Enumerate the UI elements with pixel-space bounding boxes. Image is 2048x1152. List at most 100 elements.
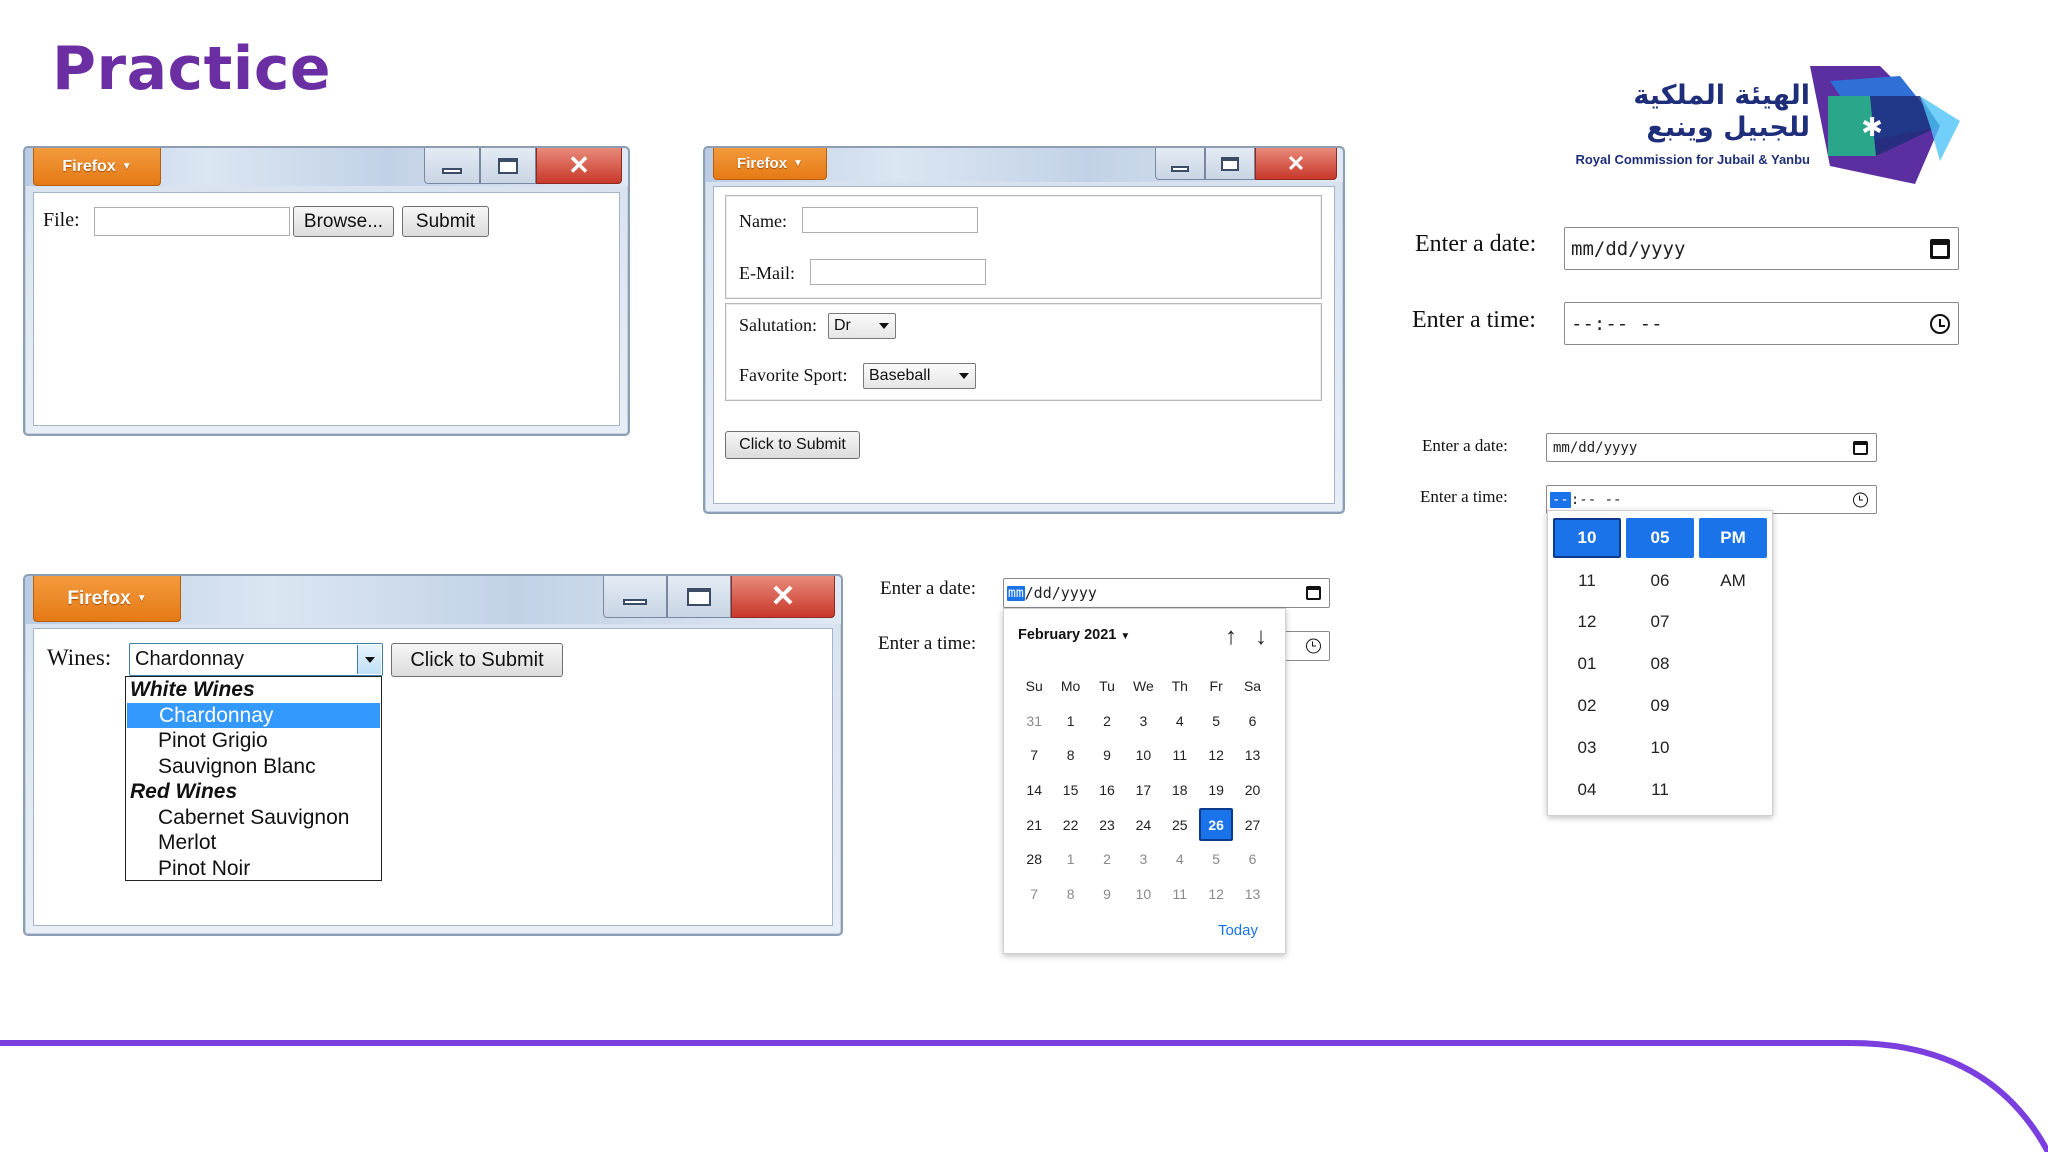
- hour-option[interactable]: 10: [1553, 518, 1621, 558]
- firefox-menu-button[interactable]: Firefox ▼: [33, 148, 161, 186]
- click-to-submit-button[interactable]: Click to Submit: [391, 643, 563, 677]
- favorite-sport-select[interactable]: Baseball: [863, 363, 976, 389]
- close-button[interactable]: ✕: [1255, 148, 1337, 180]
- calendar-day[interactable]: 9: [1089, 738, 1125, 773]
- file-path-input[interactable]: [94, 207, 290, 236]
- calendar-day[interactable]: 25: [1162, 807, 1198, 842]
- date-input-large[interactable]: mm/dd/yyyy: [1564, 227, 1959, 270]
- firefox-menu-button[interactable]: Firefox ▼: [33, 576, 181, 622]
- salutation-select[interactable]: Dr: [828, 313, 896, 339]
- calendar-day[interactable]: 10: [1125, 738, 1161, 773]
- calendar-day[interactable]: 12: [1198, 738, 1234, 773]
- maximize-button[interactable]: [667, 576, 731, 618]
- minute-option[interactable]: 07: [1626, 602, 1694, 644]
- email-input[interactable]: [810, 259, 986, 285]
- time-input-large[interactable]: --:-- --: [1564, 302, 1959, 345]
- close-button[interactable]: ✕: [731, 576, 835, 618]
- calendar-day[interactable]: 5: [1198, 842, 1234, 877]
- minute-option[interactable]: 08: [1626, 643, 1694, 685]
- calendar-day[interactable]: 11: [1162, 877, 1198, 912]
- minute-option[interactable]: 06: [1626, 560, 1694, 602]
- calendar-day[interactable]: 1: [1052, 704, 1088, 739]
- calendar-day[interactable]: 11: [1162, 738, 1198, 773]
- calendar-icon[interactable]: [1930, 238, 1950, 259]
- calendar-day[interactable]: 16: [1089, 773, 1125, 808]
- calendar-day[interactable]: 7: [1016, 877, 1052, 912]
- calendar-day[interactable]: 7: [1016, 738, 1052, 773]
- option-pinot-grigio[interactable]: Pinot Grigio: [126, 728, 381, 754]
- hour-option[interactable]: 11: [1553, 560, 1621, 602]
- minute-option[interactable]: 05: [1626, 518, 1694, 558]
- calendar-day[interactable]: 19: [1198, 773, 1234, 808]
- date-input-small[interactable]: mm/dd/yyyy: [1546, 433, 1877, 462]
- minimize-button[interactable]: [1155, 148, 1205, 180]
- browse-button[interactable]: Browse...: [293, 206, 394, 237]
- hour-option[interactable]: 03: [1553, 727, 1621, 769]
- date-month-segment[interactable]: mm: [1007, 585, 1025, 601]
- clock-icon[interactable]: [1930, 313, 1950, 334]
- calendar-day[interactable]: 27: [1234, 807, 1270, 842]
- calendar-day[interactable]: 14: [1016, 773, 1052, 808]
- wines-select[interactable]: Chardonnay: [129, 643, 383, 676]
- calendar-day[interactable]: 17: [1125, 773, 1161, 808]
- calendar-day[interactable]: 10: [1125, 877, 1161, 912]
- next-month-arrow-icon[interactable]: ↓: [1255, 623, 1267, 651]
- click-to-submit-button[interactable]: Click to Submit: [725, 431, 860, 459]
- submit-button[interactable]: Submit: [402, 206, 489, 237]
- calendar-day[interactable]: 8: [1052, 738, 1088, 773]
- calendar-icon[interactable]: [1306, 586, 1321, 600]
- calendar-day[interactable]: 2: [1089, 842, 1125, 877]
- dropdown-toggle[interactable]: [357, 645, 381, 674]
- close-button[interactable]: ✕: [536, 148, 622, 184]
- calendar-day[interactable]: 18: [1162, 773, 1198, 808]
- calendar-day[interactable]: 4: [1162, 704, 1198, 739]
- firefox-menu-button[interactable]: Firefox ▼: [713, 148, 827, 180]
- minute-option[interactable]: 10: [1626, 727, 1694, 769]
- clock-icon[interactable]: [1306, 638, 1321, 654]
- hour-option[interactable]: 01: [1553, 643, 1621, 685]
- calendar-day[interactable]: 3: [1125, 842, 1161, 877]
- calendar-day[interactable]: 15: [1052, 773, 1088, 808]
- option-merlot[interactable]: Merlot: [126, 830, 381, 856]
- calendar-day[interactable]: 31: [1016, 704, 1052, 739]
- calendar-day[interactable]: 21: [1016, 807, 1052, 842]
- minute-option[interactable]: 11: [1626, 769, 1694, 811]
- option-chardonnay[interactable]: Chardonnay: [127, 702, 380, 728]
- name-input[interactable]: [802, 207, 978, 233]
- clock-icon[interactable]: [1853, 492, 1868, 507]
- today-link[interactable]: Today: [1218, 922, 1258, 939]
- calendar-icon[interactable]: [1853, 440, 1868, 455]
- calendar-day[interactable]: 20: [1234, 773, 1270, 808]
- month-year-selector[interactable]: February 2021 ▼: [1018, 627, 1130, 643]
- option-sauvignon-blanc[interactable]: Sauvignon Blanc: [126, 754, 381, 780]
- minimize-button[interactable]: [424, 148, 480, 184]
- calendar-day[interactable]: 3: [1125, 704, 1161, 739]
- calendar-day[interactable]: 6: [1234, 704, 1270, 739]
- minute-option[interactable]: 09: [1626, 685, 1694, 727]
- maximize-button[interactable]: [480, 148, 536, 184]
- calendar-day[interactable]: 5: [1198, 704, 1234, 739]
- date-input-middle[interactable]: mm/dd/yyyy: [1003, 578, 1330, 608]
- minimize-button[interactable]: [603, 576, 667, 618]
- calendar-day[interactable]: 4: [1162, 842, 1198, 877]
- calendar-day[interactable]: 26: [1198, 808, 1234, 841]
- calendar-day[interactable]: 1: [1052, 842, 1088, 877]
- calendar-day[interactable]: 6: [1234, 842, 1270, 877]
- option-pinot-noir[interactable]: Pinot Noir: [126, 856, 381, 882]
- calendar-day[interactable]: 23: [1089, 807, 1125, 842]
- period-option[interactable]: AM: [1699, 560, 1767, 602]
- option-cabernet-sauvignon[interactable]: Cabernet Sauvignon: [126, 805, 381, 831]
- calendar-day[interactable]: 9: [1089, 877, 1125, 912]
- hour-option[interactable]: 04: [1553, 769, 1621, 811]
- calendar-day[interactable]: 8: [1052, 877, 1088, 912]
- maximize-button[interactable]: [1205, 148, 1255, 180]
- previous-month-arrow-icon[interactable]: ↑: [1225, 623, 1237, 651]
- calendar-day[interactable]: 13: [1234, 738, 1270, 773]
- period-option[interactable]: PM: [1699, 518, 1767, 558]
- calendar-day[interactable]: 2: [1089, 704, 1125, 739]
- hour-option[interactable]: 02: [1553, 685, 1621, 727]
- calendar-day[interactable]: 12: [1198, 877, 1234, 912]
- time-hour-segment[interactable]: --: [1550, 491, 1571, 508]
- hour-option[interactable]: 12: [1553, 602, 1621, 644]
- calendar-day[interactable]: 24: [1125, 807, 1161, 842]
